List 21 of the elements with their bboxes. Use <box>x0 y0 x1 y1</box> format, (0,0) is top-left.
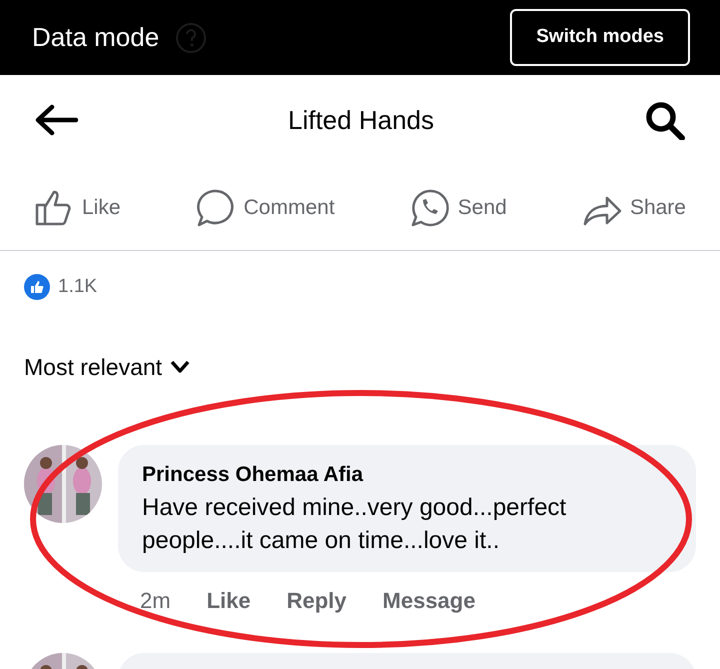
send-button[interactable]: Send <box>410 188 507 228</box>
comment-text: Have received mine..very good...perfect people....it came on time...love it.. <box>142 492 568 556</box>
like-button[interactable]: Like <box>34 188 121 228</box>
sort-dropdown[interactable]: Most relevant <box>24 350 190 384</box>
comment-action-link[interactable]: Reply <box>286 584 347 617</box>
page-title: Lifted Hands <box>288 104 434 136</box>
back-arrow-icon[interactable] <box>34 104 78 136</box>
comment-author[interactable]: Princess Ohemaa Afia <box>142 459 672 490</box>
phone-bubble-icon <box>410 188 450 228</box>
like-reaction-icon <box>24 274 50 300</box>
comment-action-link[interactable]: Message <box>382 584 476 617</box>
share-button[interactable]: Share <box>582 188 686 228</box>
reaction-count: 1.1K <box>58 275 98 299</box>
speech-bubble-icon <box>196 188 236 228</box>
chevron-down-icon <box>170 360 190 374</box>
comment-time: 2m <box>140 586 171 615</box>
comment-button[interactable]: Comment <box>196 188 335 228</box>
switch-modes-button[interactable]: Switch modes <box>510 9 690 66</box>
search-icon[interactable] <box>644 100 686 140</box>
header-title: Data mode <box>32 21 160 54</box>
comment-action-link[interactable]: Like <box>206 584 251 617</box>
